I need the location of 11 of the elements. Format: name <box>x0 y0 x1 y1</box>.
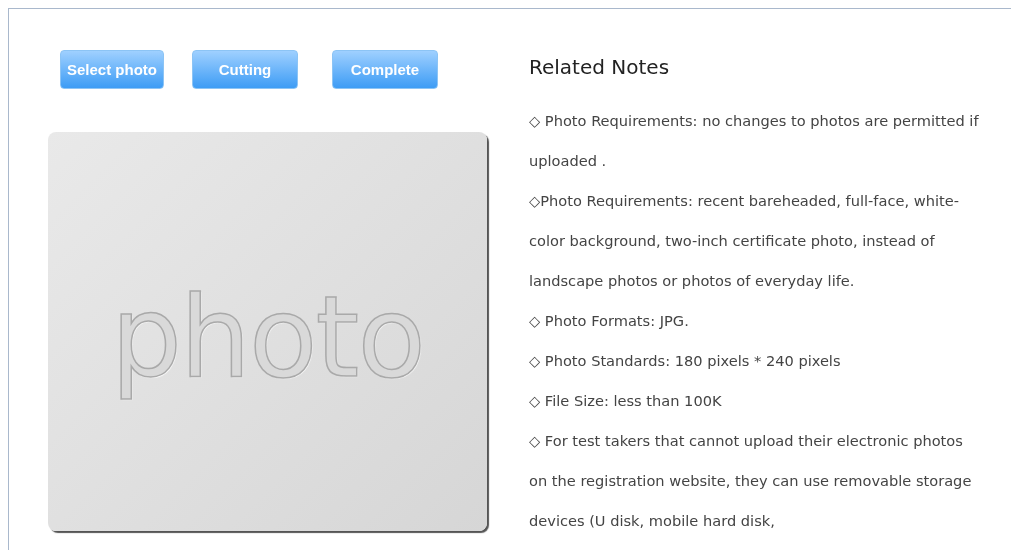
note-text: ◇ For test takers that cannot upload their electronic photos on the registration website, they can use removable storage devices (U disk, mobile hard disk, <box>529 431 973 531</box>
note-text: ◇ File Size: less than 100K <box>529 391 723 411</box>
action-button[interactable]: Cutting <box>192 50 298 89</box>
note-text: ◇Photo Requirements: recent bareheaded, full-face, white-color background, two-inch certificate photo, instead of landscape photos or photos of everyday life. <box>529 191 960 291</box>
action-button[interactable]: Complete <box>332 50 438 89</box>
notes-title: Related Notes <box>529 55 671 79</box>
action-button[interactable]: Select photo <box>60 50 164 89</box>
placeholder-text: photo <box>110 271 424 402</box>
note-text: ◇ Photo Standards: 180 pixels * 240 pixels <box>529 351 842 371</box>
note-text: ◇ Photo Formats: JPG. <box>529 311 690 331</box>
note-text: ◇ Photo Requirements: no changes to photos are permitted if uploaded . <box>529 111 980 171</box>
